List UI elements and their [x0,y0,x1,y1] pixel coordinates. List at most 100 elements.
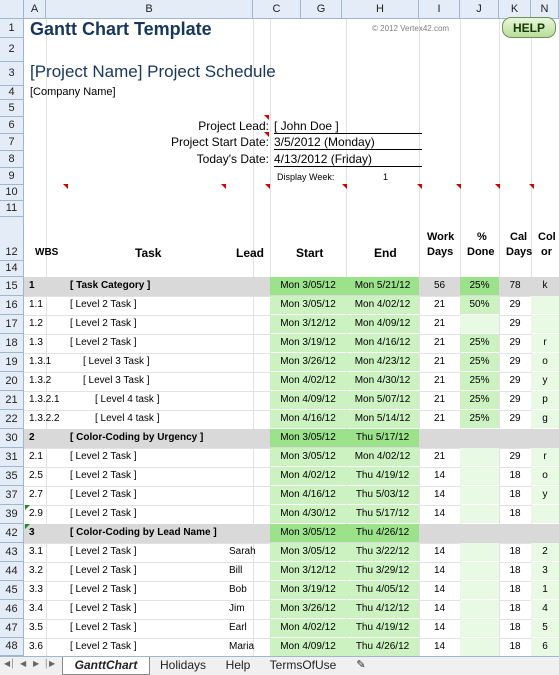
cal-days-cell[interactable]: 18 [499,584,531,595]
color-code-cell[interactable]: 3 [531,565,559,576]
color-code-cell[interactable]: 1 [531,584,559,595]
help-button[interactable]: HELP [502,17,556,38]
end-date-cell[interactable]: Mon 4/09/12 [346,318,419,329]
comment-marker-icon[interactable] [342,184,347,189]
cal-days-cell[interactable]: 18 [499,603,531,614]
cal-days-cell[interactable]: 29 [499,375,531,386]
end-date-cell[interactable]: Mon 4/02/12 [346,299,419,310]
cal-days-cell[interactable]: 78 [499,280,531,291]
wbs-cell[interactable]: 1.3 [29,337,43,348]
row-header[interactable]: 8 [0,151,24,168]
tab-holidays[interactable]: Holidays [152,657,214,674]
cal-days-cell[interactable]: 18 [499,489,531,500]
tab-help[interactable]: Help [218,657,258,674]
end-date-cell[interactable]: Mon 5/21/12 [346,280,419,291]
row-header[interactable]: 45 [0,581,24,600]
end-date-cell[interactable]: Mon 4/30/12 [346,375,419,386]
end-date-cell[interactable]: Thu 3/22/12 [346,546,419,557]
row-header[interactable]: 15 [0,277,24,296]
percent-done-cell[interactable]: 25% [460,394,499,405]
work-days-cell[interactable]: 21 [419,356,460,367]
column-header[interactable]: A [24,0,46,19]
start-date-cell[interactable]: Mon 3/19/12 [270,337,346,348]
row-header[interactable]: 44 [0,562,24,581]
comment-marker-icon[interactable] [495,184,500,189]
start-date-cell[interactable]: Mon 4/09/12 [270,394,346,405]
start-date-cell[interactable]: Mon 4/09/12 [270,641,346,652]
row-header[interactable]: 37 [0,486,24,505]
column-header[interactable]: B [46,0,253,19]
start-date-cell[interactable]: Mon 3/05/12 [270,280,346,291]
row-header[interactable]: 11 [0,201,24,217]
cal-days-cell[interactable]: 29 [499,318,531,329]
wbs-cell[interactable]: 2.7 [29,489,43,500]
work-days-cell[interactable]: 21 [419,337,460,348]
start-date-cell[interactable]: Mon 3/05/12 [270,527,346,538]
wbs-cell[interactable]: 2 [29,432,35,443]
lead-cell[interactable]: Bill [229,565,242,576]
wbs-cell[interactable]: 1.2 [29,318,43,329]
work-days-cell[interactable]: 21 [419,318,460,329]
wbs-cell[interactable]: 1.3.2 [29,375,51,386]
percent-done-cell[interactable]: 25% [460,280,499,291]
start-date-cell[interactable]: Mon 3/05/12 [270,432,346,443]
task-name-cell[interactable]: [ Level 2 Task ] [70,565,137,576]
work-days-cell[interactable]: 14 [419,565,460,576]
row-header[interactable]: 48 [0,638,24,656]
wbs-cell[interactable]: 3.4 [29,603,43,614]
color-code-cell[interactable]: 4 [531,603,559,614]
work-days-cell[interactable]: 14 [419,641,460,652]
color-code-cell[interactable]: o [531,356,559,367]
row-header[interactable]: 42 [0,524,24,543]
column-header[interactable]: J [460,0,499,19]
task-name-cell[interactable]: [ Level 2 Task ] [70,337,137,348]
start-date-cell[interactable]: Mon 3/05/12 [270,451,346,462]
start-date-cell[interactable]: Mon 4/30/12 [270,508,346,519]
work-days-cell[interactable]: 14 [419,603,460,614]
comment-marker-icon[interactable] [221,184,226,189]
column-header[interactable]: H [342,0,419,19]
comment-marker-icon[interactable] [264,115,269,120]
color-code-cell[interactable]: p [531,394,559,405]
color-code-cell[interactable]: r [531,451,559,462]
row-header[interactable]: 18 [0,334,24,353]
task-name-cell[interactable]: [ Level 2 Task ] [70,603,137,614]
row-header[interactable]: 16 [0,296,24,315]
task-name-cell[interactable]: [ Level 2 Task ] [70,546,137,557]
column-header[interactable]: I [419,0,460,19]
tab-termsofuse[interactable]: TermsOfUse [262,657,344,674]
row-header[interactable]: 35 [0,467,24,486]
insert-sheet-icon[interactable]: ✎ [352,657,370,674]
row-header[interactable]: 19 [0,353,24,372]
work-days-cell[interactable]: 21 [419,451,460,462]
end-date-cell[interactable]: Thu 4/26/12 [346,527,419,538]
color-code-cell[interactable]: y [531,489,559,500]
work-days-cell[interactable]: 21 [419,413,460,424]
select-all-corner[interactable] [0,0,24,19]
start-date-cell[interactable]: Mon 3/19/12 [270,584,346,595]
cal-days-cell[interactable]: 29 [499,299,531,310]
wbs-cell[interactable]: 1 [29,280,35,291]
project-start-value[interactable]: 3/5/2012 (Monday) [274,135,422,150]
cal-days-cell[interactable]: 18 [499,508,531,519]
wbs-cell[interactable]: 3.3 [29,584,43,595]
cal-days-cell[interactable]: 29 [499,451,531,462]
start-date-cell[interactable]: Mon 4/02/12 [270,470,346,481]
work-days-cell[interactable]: 14 [419,546,460,557]
task-name-cell[interactable]: [ Level 3 Task ] [83,375,150,386]
wbs-cell[interactable]: 2.1 [29,451,43,462]
end-date-cell[interactable]: Thu 4/12/12 [346,603,419,614]
wbs-cell[interactable]: 2.5 [29,470,43,481]
cal-days-cell[interactable]: 18 [499,622,531,633]
start-date-cell[interactable]: Mon 4/02/12 [270,375,346,386]
percent-done-cell[interactable]: 25% [460,356,499,367]
comment-marker-icon[interactable] [456,184,461,189]
work-days-cell[interactable]: 21 [419,375,460,386]
row-header[interactable]: 22 [0,410,24,429]
lead-cell[interactable]: Jim [229,603,245,614]
end-date-cell[interactable]: Thu 4/26/12 [346,641,419,652]
cal-days-cell[interactable]: 18 [499,546,531,557]
row-header[interactable]: 39 [0,505,24,524]
wbs-cell[interactable]: 1.3.2.1 [29,394,60,405]
wbs-cell[interactable]: 1.3.1 [29,356,51,367]
